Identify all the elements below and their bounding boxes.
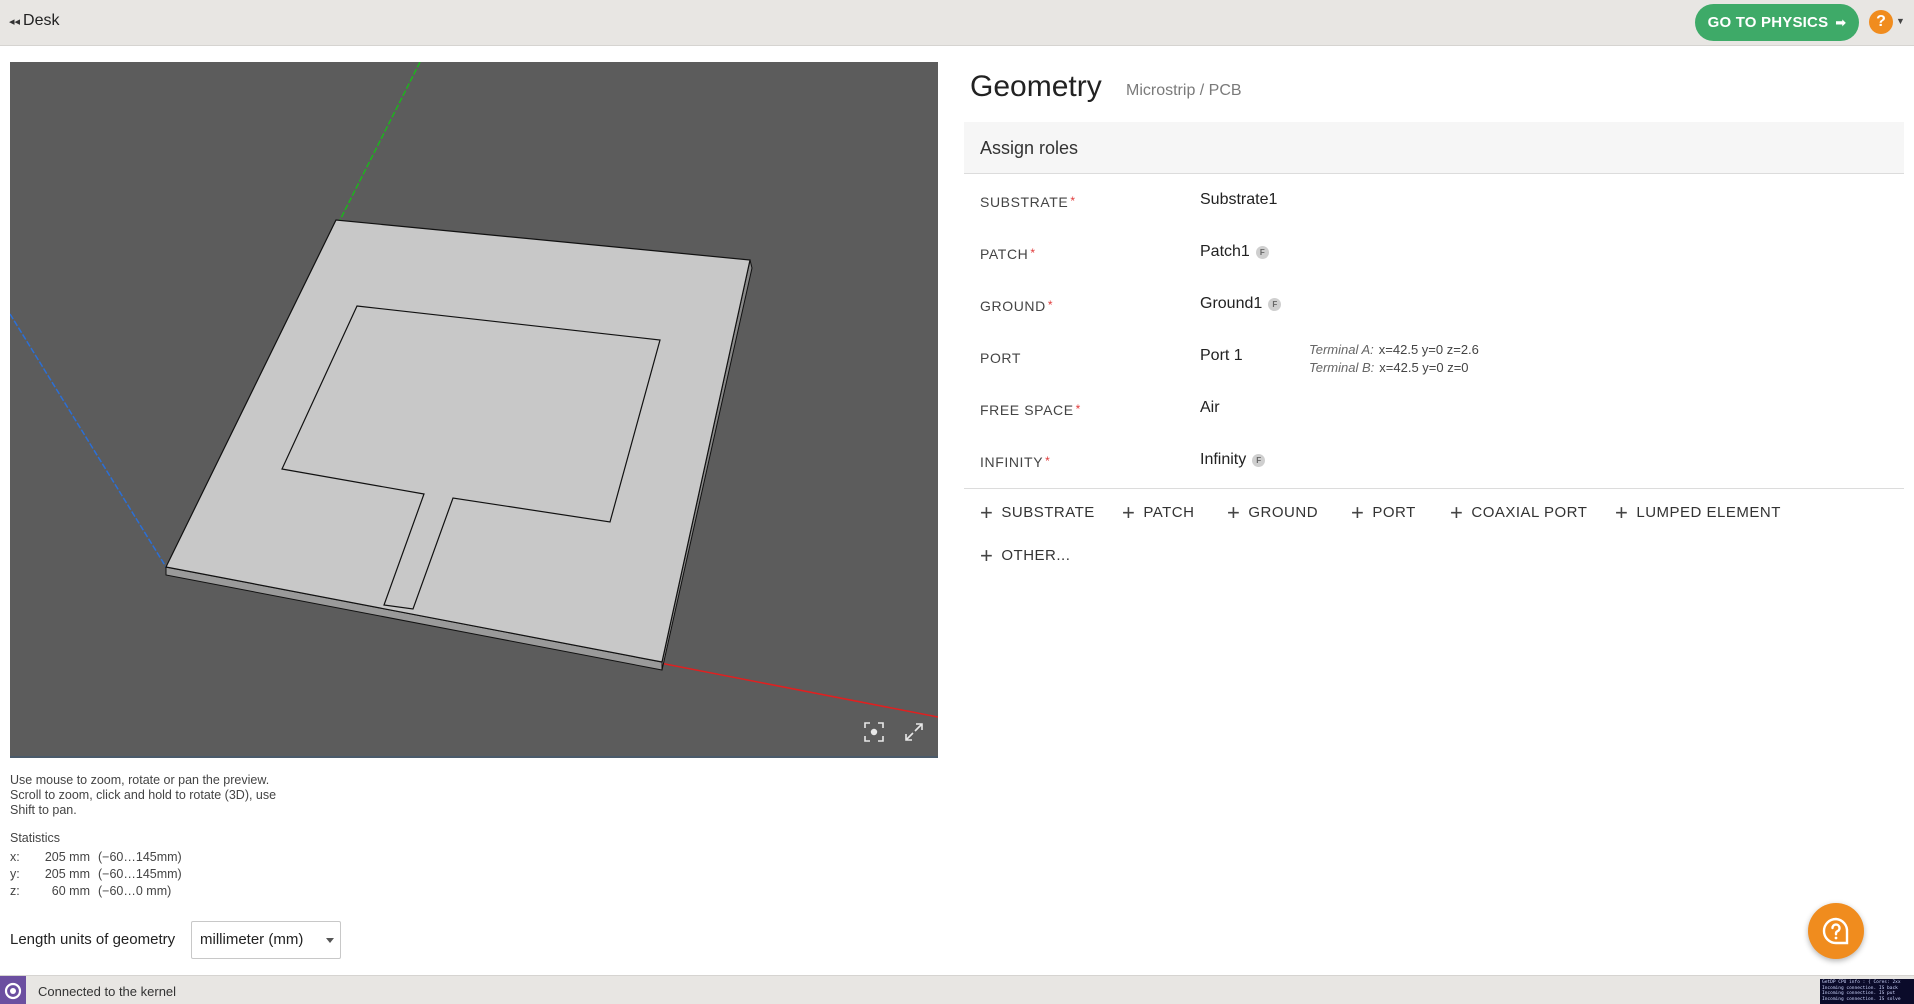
role-label: PATCH *	[980, 246, 1036, 262]
page-title: Geometry	[970, 70, 1102, 103]
role-row-free-space: FREE SPACE * Air	[964, 382, 1904, 434]
required-marker: *	[1045, 454, 1051, 468]
add-substrate-button[interactable]: + SUBSTRATE	[980, 499, 1095, 525]
help-menu-button[interactable]: ?	[1869, 10, 1893, 34]
status-bar: Connected to the kernel GetDP CPU info :…	[0, 975, 1914, 1004]
plus-icon: +	[1122, 499, 1136, 525]
back-link-label: Desk	[23, 12, 60, 29]
units-select[interactable]: millimeter (mm)	[191, 921, 341, 959]
add-ground-button[interactable]: + GROUND	[1227, 499, 1318, 525]
role-row-patch: PATCH * Patch1 F	[964, 226, 1904, 278]
role-label: GROUND *	[980, 298, 1054, 314]
plus-icon: +	[1450, 499, 1464, 525]
terminal-b-info: Terminal B: x=42.5 y=0 z=0	[1309, 360, 1469, 375]
focus-view-icon[interactable]	[864, 722, 888, 746]
terminal-a-info: Terminal A: x=42.5 y=0 z=2.6	[1309, 342, 1479, 357]
role-row-infinity: INFINITY * Infinity F	[964, 434, 1904, 486]
page-subtitle: Microstrip / PCB	[1126, 82, 1242, 99]
add-other-button[interactable]: + OTHER...	[980, 542, 1070, 568]
role-value[interactable]: Air	[1200, 399, 1220, 417]
role-value[interactable]: Infinity F	[1200, 451, 1266, 469]
top-bar: ◂◂ Desk GO TO PHYSICS ➡ ? ▼	[0, 0, 1914, 46]
kernel-status-text: Connected to the kernel	[38, 984, 177, 999]
required-marker: *	[1070, 194, 1076, 208]
stat-row-x: x: 205 mm (−60…145mm)	[10, 850, 182, 864]
assign-roles-header: Assign roles	[964, 122, 1904, 174]
fullscreen-icon[interactable]	[904, 722, 928, 746]
required-marker: *	[1047, 298, 1054, 312]
kernel-logo-icon	[0, 976, 26, 1004]
role-row-substrate: SUBSTRATE * Substrate1	[964, 174, 1904, 226]
arrow-right-icon: ➡	[1835, 14, 1847, 30]
help-icon: ?	[1876, 13, 1886, 30]
divider	[964, 488, 1904, 489]
role-row-ground: GROUND * Ground1 F	[964, 278, 1904, 330]
assign-roles-title: Assign roles	[980, 138, 1079, 158]
z-axis-line	[10, 313, 167, 568]
units-selected-value: millimeter (mm)	[200, 931, 304, 948]
role-label: PORT	[980, 350, 1022, 366]
geometry-3d-preview[interactable]	[10, 62, 938, 758]
back-to-desk-link[interactable]: ◂◂ Desk	[9, 12, 60, 30]
role-value[interactable]: Substrate1	[1200, 191, 1277, 209]
required-marker: *	[1075, 402, 1081, 416]
viewport-help-text: Use mouse to zoom, rotate or pan the pre…	[10, 773, 277, 817]
console-thumbnail[interactable]: GetDP CPU info : { Cores: 2xx Incoming c…	[1820, 979, 1914, 1004]
role-value[interactable]: Ground1 F	[1200, 295, 1282, 313]
caret-down-icon[interactable]: ▼	[1896, 16, 1905, 26]
add-lumped-element-button[interactable]: + LUMPED ELEMENT	[1615, 499, 1781, 525]
f-badge-icon: F	[1255, 245, 1269, 259]
plus-icon: +	[1227, 499, 1241, 525]
required-marker: *	[1030, 246, 1036, 260]
stat-row-y: y: 205 mm (−60…145mm)	[10, 867, 182, 881]
units-label: Length units of geometry	[10, 931, 176, 948]
role-value[interactable]: Patch1 F	[1200, 243, 1269, 261]
y-axis-line	[339, 62, 421, 221]
role-label: FREE SPACE *	[980, 402, 1081, 418]
add-port-button[interactable]: + PORT	[1351, 499, 1416, 525]
plus-icon: +	[980, 542, 994, 568]
go-to-physics-label: GO TO PHYSICS	[1707, 14, 1829, 31]
add-coaxial-port-button[interactable]: + COAXIAL PORT	[1450, 499, 1587, 525]
f-badge-icon: F	[1268, 297, 1282, 311]
back-arrow-icon: ◂◂	[9, 15, 21, 28]
f-badge-icon: F	[1252, 453, 1266, 467]
dropdown-caret-icon	[326, 938, 334, 943]
statistics-title: Statistics	[10, 831, 61, 845]
stat-row-z: z: 60 mm (−60…0 mm)	[10, 884, 172, 898]
plus-icon: +	[1615, 499, 1629, 525]
role-label: INFINITY *	[980, 454, 1051, 470]
plus-icon: +	[1351, 499, 1365, 525]
geometry-model-drawing	[10, 62, 938, 718]
role-label: SUBSTRATE *	[980, 194, 1076, 210]
floating-help-button[interactable]	[1808, 903, 1864, 959]
role-value[interactable]: Port 1	[1200, 347, 1243, 365]
plus-icon: +	[980, 499, 994, 525]
help-bubble-icon	[1822, 917, 1849, 945]
go-to-physics-button[interactable]: GO TO PHYSICS ➡	[1695, 4, 1859, 41]
add-patch-button[interactable]: + PATCH	[1122, 499, 1194, 525]
